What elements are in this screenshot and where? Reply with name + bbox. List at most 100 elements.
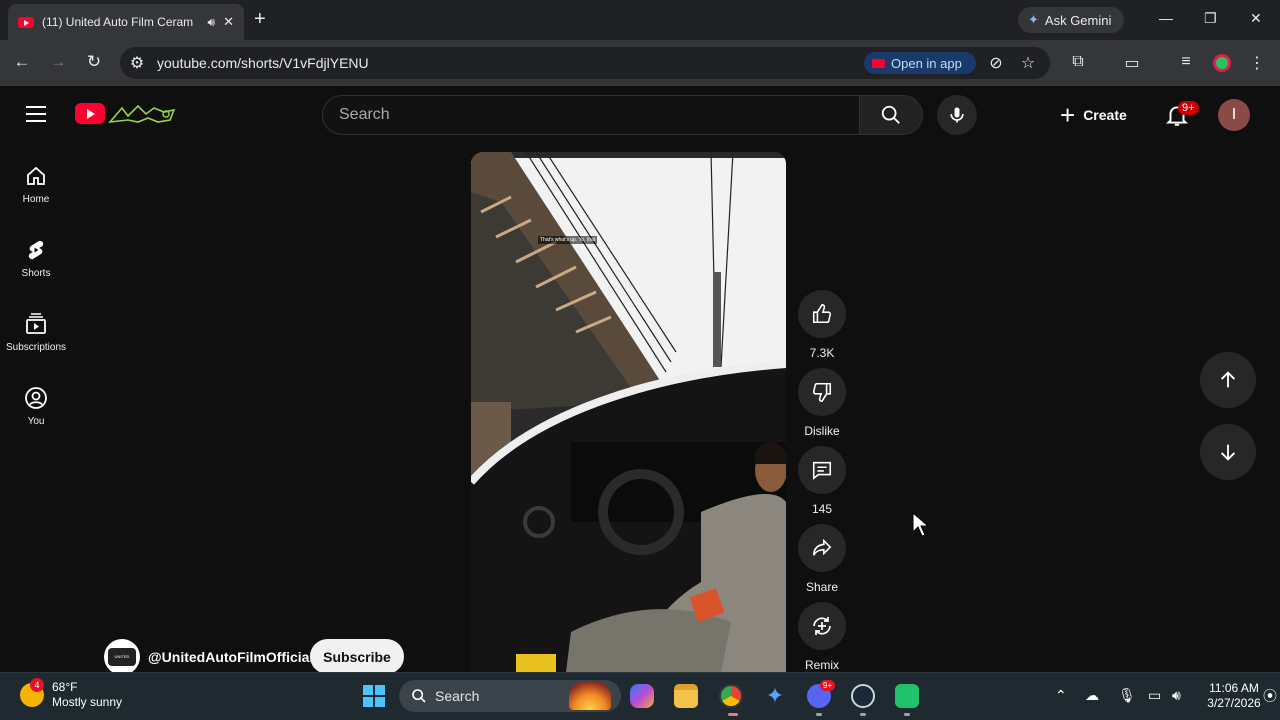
close-window-button[interactable]: ✕	[1250, 10, 1262, 27]
url-text[interactable]: youtube.com/shorts/V1vFdjlYENU	[157, 55, 369, 71]
share-arrow-icon	[812, 538, 832, 556]
system-clock[interactable]: 11:06 AM 3/27/2026	[1200, 681, 1268, 711]
forward-arrow-icon[interactable]: →	[46, 52, 70, 72]
mouse-cursor-icon	[912, 512, 930, 537]
extensions-icon[interactable]: ⧉	[1067, 53, 1089, 71]
restore-button[interactable]: ❐	[1204, 10, 1217, 27]
speaker-icon[interactable]: 🔊︎	[208, 15, 216, 30]
new-tab-button[interactable]: +	[254, 9, 266, 29]
plus-icon: +	[1060, 100, 1076, 130]
channel-avatar[interactable]: UNITED	[104, 639, 140, 675]
sidebar-item-subscriptions[interactable]: Subscriptions	[0, 312, 72, 353]
you-icon	[25, 387, 47, 409]
create-label: Create	[1083, 107, 1127, 123]
sidebar-item-label: You	[27, 416, 45, 427]
gemini-sparkle-icon[interactable]: ✦	[763, 684, 787, 708]
chrome-running-indicator	[728, 713, 738, 716]
media-control-icon[interactable]: ≡	[1175, 53, 1197, 71]
tab-title: (11) United Auto Film Ceram	[42, 15, 194, 29]
video-caption-overlay: That's what's up. Yo, that	[538, 236, 598, 244]
bookmark-star-icon[interactable]: ☆	[1017, 53, 1039, 73]
notification-center-icon[interactable]: ⦿	[1263, 686, 1277, 706]
search-icon	[881, 105, 900, 124]
share-label: Share	[805, 580, 839, 594]
sidebar-item-label: Subscriptions	[5, 342, 67, 353]
cloud-sync-icon[interactable]: ☁	[1085, 687, 1099, 704]
browser-tab[interactable]: (11) United Auto Film Ceram 🔊︎ ✕	[8, 4, 244, 40]
sidebar-item-label: Home	[22, 194, 50, 205]
youtube-doodle-logo[interactable]	[108, 102, 178, 126]
arrow-up-icon	[1220, 371, 1236, 388]
search-icon	[412, 689, 426, 703]
search-placeholder: Search	[339, 106, 390, 123]
site-settings-icon[interactable]: ⚙	[126, 53, 148, 73]
subscribe-button[interactable]: Subscribe	[310, 639, 404, 674]
youtube-small-icon	[872, 58, 885, 68]
network-icon[interactable]: ▭	[1148, 687, 1161, 704]
thumbs-up-icon	[812, 304, 832, 324]
home-icon	[27, 166, 45, 185]
arrow-down-icon	[1220, 444, 1236, 461]
search-button[interactable]	[859, 95, 923, 135]
chrome-icon[interactable]	[719, 684, 743, 708]
profile-icon[interactable]	[1213, 54, 1231, 72]
sidebar-item-you[interactable]: You	[0, 386, 72, 427]
minimize-button[interactable]: —	[1159, 10, 1173, 26]
remix-icon	[813, 617, 831, 635]
youtube-logo[interactable]	[75, 103, 105, 124]
tab-close-icon[interactable]: ✕	[223, 14, 234, 30]
back-arrow-icon[interactable]: ←	[10, 52, 34, 72]
previous-short-button[interactable]	[1200, 352, 1256, 408]
tray-overflow-chevron-icon[interactable]: ⌃	[1055, 687, 1067, 704]
remix-label: Remix	[804, 658, 839, 672]
microphone-icon	[950, 107, 964, 123]
voice-search-button[interactable]	[937, 95, 977, 135]
next-short-button[interactable]	[1200, 424, 1256, 480]
volume-icon[interactable]: 🔊︎	[1172, 687, 1181, 704]
microphone-tray-icon[interactable]: 🎙︎	[1118, 687, 1136, 704]
remix-button[interactable]: Remix	[797, 602, 847, 672]
comment-count: 145	[811, 502, 833, 516]
windows-start-icon[interactable]	[362, 684, 386, 708]
channel-avatar-text: UNITED	[108, 648, 136, 666]
shorts-icon	[28, 240, 44, 260]
sidebar-item-home[interactable]: Home	[0, 164, 72, 205]
youtube-favicon-icon	[18, 16, 34, 28]
notification-badge: 9+	[1178, 101, 1199, 115]
weather-badge: 4	[30, 678, 44, 692]
steam-running-indicator	[860, 713, 866, 716]
streaming-app-icon[interactable]	[895, 684, 919, 708]
reload-icon[interactable]: ↻	[82, 52, 106, 72]
thumbs-down-icon	[812, 382, 832, 402]
search-highlight-image	[569, 682, 611, 710]
steam-icon[interactable]	[851, 684, 875, 708]
cast-icon[interactable]: ▭	[1121, 53, 1143, 73]
file-explorer-icon[interactable]	[674, 684, 698, 708]
weather-description: Mostly sunny	[52, 695, 123, 709]
eye-slash-icon[interactable]: ⊘	[985, 53, 1007, 73]
create-button[interactable]: + Create	[1060, 101, 1127, 129]
hamburger-menu-icon[interactable]	[26, 106, 46, 127]
search-input[interactable]: Search	[322, 95, 860, 135]
weather-temp: 68°F	[52, 680, 78, 694]
video-frame-image	[471, 152, 786, 672]
discord-running-indicator	[816, 713, 822, 716]
channel-handle[interactable]: @UnitedAutoFilmOfficial	[148, 649, 313, 665]
browser-menu-icon[interactable]: ⋮	[1246, 53, 1268, 73]
comment-icon	[812, 461, 832, 480]
sidebar-item-shorts[interactable]: Shorts	[0, 238, 72, 279]
account-avatar[interactable]: I	[1218, 99, 1250, 131]
open-in-app-button[interactable]: Open in app	[864, 52, 976, 74]
comments-button[interactable]: 145	[797, 446, 847, 516]
dislike-button[interactable]: Dislike	[797, 368, 847, 438]
ask-gemini-label: Ask Gemini	[1044, 12, 1112, 28]
subscriptions-icon	[26, 313, 46, 334]
share-button[interactable]: Share	[797, 524, 847, 594]
ask-gemini-button[interactable]: ✦ Ask Gemini	[1018, 7, 1124, 33]
like-button[interactable]: 7.3K	[797, 290, 847, 360]
open-in-app-label: Open in app	[891, 55, 962, 71]
shorts-video-player[interactable]	[471, 152, 786, 672]
copilot-icon[interactable]	[630, 684, 654, 708]
taskbar-search-label: Search	[435, 688, 480, 704]
gemini-sparkle-icon: ✦	[1028, 12, 1039, 27]
